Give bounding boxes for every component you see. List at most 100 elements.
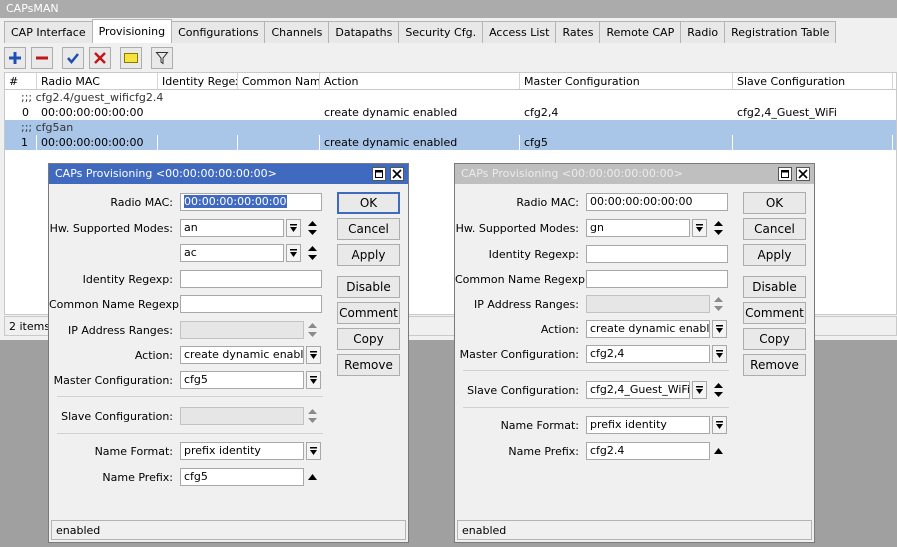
add-button[interactable] [4, 47, 26, 69]
slave-config-dropdown[interactable] [692, 381, 707, 399]
radio-mac-field[interactable]: 00:00:00:00:00:00 [180, 193, 322, 211]
hw-mode-1-dropdown[interactable] [286, 219, 301, 237]
tab-access-list[interactable]: Access List [482, 21, 557, 43]
hw-mode-2-dropdown[interactable] [286, 244, 301, 262]
maximize-icon [375, 170, 383, 178]
col-identity-regexp[interactable]: Identity Regexp [158, 73, 238, 89]
name-prefix-input[interactable]: cfg2.4 [586, 442, 710, 460]
radio-mac-label: Radio MAC: [516, 196, 579, 209]
name-prefix-input[interactable]: cfg5 [180, 468, 304, 486]
slave-config-updown[interactable] [712, 381, 724, 399]
action-select[interactable]: create dynamic enabled [180, 346, 304, 364]
tab-security-cfg[interactable]: Security Cfg. [398, 21, 484, 43]
hw-modes-label: Hw. Supported Modes: [455, 222, 579, 235]
ip-ranges-input[interactable] [586, 295, 710, 313]
dropdown-arrow-icon [310, 376, 317, 384]
identity-regexp-input[interactable] [586, 245, 728, 263]
ok-button[interactable]: OK [743, 192, 806, 214]
maximize-button[interactable] [778, 167, 792, 181]
name-format-label: Name Format: [500, 419, 579, 432]
tab-rates[interactable]: Rates [555, 21, 601, 43]
tab-channels[interactable]: Channels [264, 21, 330, 43]
col-radio-mac[interactable]: Radio MAC [37, 73, 158, 89]
enable-button[interactable] [62, 47, 84, 69]
cancel-button[interactable]: Cancel [337, 218, 400, 240]
copy-button[interactable]: Copy [743, 328, 806, 350]
maximize-button[interactable] [372, 167, 386, 181]
close-button[interactable] [796, 167, 810, 181]
table-row[interactable]: 1 00:00:00:00:00:00 create dynamic enabl… [5, 135, 896, 150]
tab-registration-table[interactable]: Registration Table [724, 21, 837, 43]
up-down-icon [713, 221, 723, 235]
tab-remote-cap[interactable]: Remote CAP [599, 21, 682, 43]
remove-button[interactable]: Remove [743, 354, 806, 376]
tab-radio[interactable]: Radio [680, 21, 726, 43]
master-config-dropdown[interactable] [712, 345, 727, 363]
disable-button[interactable]: Disable [743, 276, 806, 298]
comment-button[interactable]: Comment [337, 302, 400, 324]
hw-mode-1-dropdown[interactable] [692, 219, 707, 237]
comment-button[interactable]: Comment [743, 302, 806, 324]
master-config-select[interactable]: cfg2,4 [586, 345, 710, 363]
hw-mode-select-2[interactable]: ac [180, 244, 284, 262]
name-prefix-up[interactable] [306, 468, 318, 486]
tab-provisioning[interactable]: Provisioning [91, 19, 173, 43]
dropdown-arrow-icon [716, 350, 723, 358]
ip-ranges-updown[interactable] [306, 321, 318, 339]
slave-config-select[interactable]: cfg2,4_Guest_WiFi [586, 381, 690, 399]
disable-button[interactable] [89, 47, 111, 69]
name-prefix-label: Name Prefix: [508, 445, 579, 458]
ok-button[interactable]: OK [337, 192, 400, 214]
name-format-dropdown[interactable] [712, 416, 727, 434]
name-format-select[interactable]: prefix identity [180, 442, 304, 460]
tab-datapaths[interactable]: Datapaths [328, 21, 400, 43]
row-comment[interactable]: ;;; cfg5an [5, 120, 896, 135]
slave-config-select[interactable] [180, 407, 304, 425]
slave-config-updown[interactable] [306, 407, 318, 425]
filter-button[interactable] [151, 47, 173, 69]
col-common-name[interactable]: Common Nam... [238, 73, 320, 89]
x-icon [94, 52, 106, 64]
apply-button[interactable]: Apply [743, 244, 806, 266]
apply-button[interactable]: Apply [337, 244, 400, 266]
name-prefix-up[interactable] [712, 442, 724, 460]
identity-regexp-input[interactable] [180, 270, 322, 288]
table-row[interactable]: 0 00:00:00:00:00:00 create dynamic enabl… [5, 105, 896, 120]
hw-mode-select-1[interactable]: an [180, 219, 284, 237]
action-select[interactable]: create dynamic enabled [586, 320, 710, 338]
dialog-title-text: CAPs Provisioning <00:00:00:00:00:00> [55, 167, 277, 180]
name-format-select[interactable]: prefix identity [586, 416, 710, 434]
cancel-button[interactable]: Cancel [743, 218, 806, 240]
name-prefix-label: Name Prefix: [102, 471, 173, 484]
col-slave-configuration[interactable]: Slave Configuration [733, 73, 893, 89]
maximize-icon [781, 170, 789, 178]
minus-icon [36, 56, 48, 60]
hw-mode-1-updown[interactable] [306, 219, 318, 237]
close-button[interactable] [390, 167, 404, 181]
disable-button[interactable]: Disable [337, 276, 400, 298]
hw-mode-2-updown[interactable] [306, 244, 318, 262]
comment-button[interactable] [120, 47, 142, 69]
name-format-dropdown[interactable] [306, 442, 321, 460]
hw-mode-select-1[interactable]: gn [586, 219, 690, 237]
remove-button[interactable] [31, 47, 53, 69]
hw-mode-1-updown[interactable] [712, 219, 724, 237]
row-comment[interactable]: ;;; cfg2.4/guest_wificfg2.4 [5, 90, 896, 105]
ip-ranges-input[interactable] [180, 321, 304, 339]
col-action[interactable]: Action [320, 73, 520, 89]
col-master-configuration[interactable]: Master Configuration [520, 73, 733, 89]
note-icon [124, 53, 138, 63]
action-dropdown[interactable] [712, 320, 727, 338]
tab-configurations[interactable]: Configurations [171, 21, 266, 43]
master-config-dropdown[interactable] [306, 371, 321, 389]
common-name-input[interactable] [586, 270, 728, 288]
tab-cap-interface[interactable]: CAP Interface [4, 21, 93, 43]
radio-mac-field[interactable]: 00:00:00:00:00:00 [586, 193, 728, 211]
remove-button[interactable]: Remove [337, 354, 400, 376]
col-num[interactable]: # [5, 73, 37, 89]
common-name-input[interactable] [180, 295, 322, 313]
ip-ranges-updown[interactable] [712, 295, 724, 313]
action-dropdown[interactable] [306, 346, 321, 364]
master-config-select[interactable]: cfg5 [180, 371, 304, 389]
copy-button[interactable]: Copy [337, 328, 400, 350]
